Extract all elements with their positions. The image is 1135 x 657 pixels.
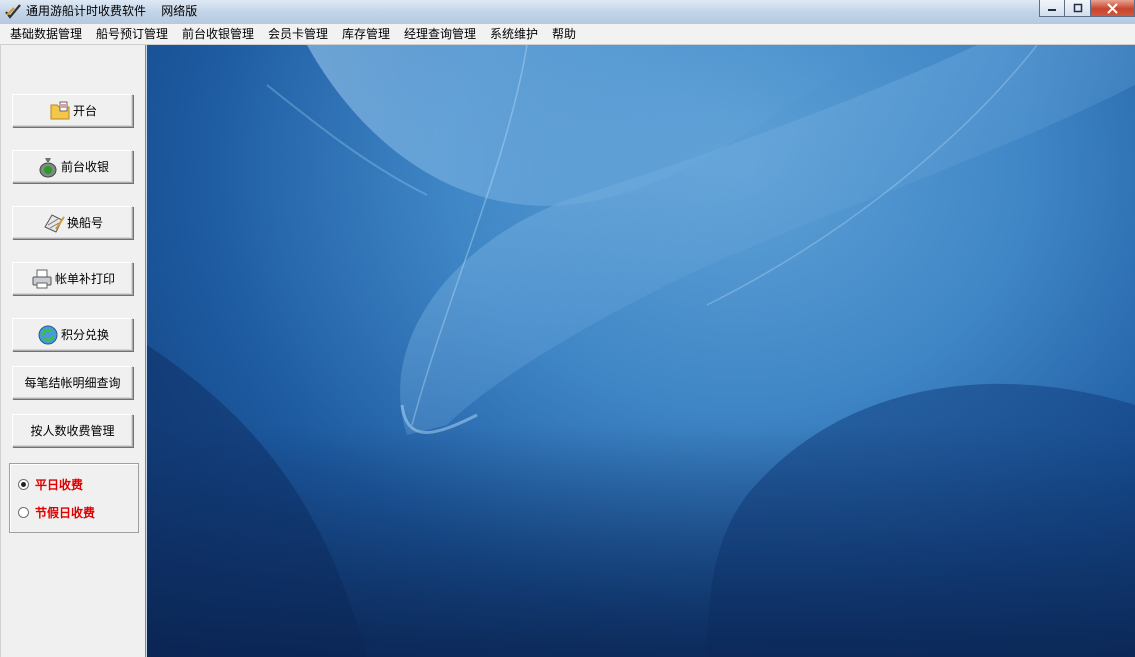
wallpaper-image: [147, 45, 1135, 657]
front-desk-cashier-button[interactable]: 前台收银: [12, 150, 133, 183]
change-boat-icon: [44, 213, 65, 233]
left-panel: 开台 前台收银 换船号 帐单补打印 积分兑换 每笔结帐明细查询 按人数收费管理 …: [0, 45, 146, 657]
transaction-detail-query-label: 每笔结帐明细查询: [24, 376, 121, 390]
points-exchange-label: 积分兑换: [60, 328, 109, 342]
close-icon[interactable]: [1091, 0, 1135, 17]
weekday-charge-label: 平日收费: [35, 478, 84, 492]
window-controls: [1039, 0, 1135, 18]
holiday-charge-label: 节假日收费: [35, 506, 96, 520]
menu-member-card[interactable]: 会员卡管理: [268, 27, 328, 42]
change-boat-label: 换船号: [66, 216, 103, 230]
per-person-charge-label: 按人数收费管理: [30, 424, 115, 438]
app-logo-icon: [5, 4, 21, 19]
charge-mode-group: 平日收费 节假日收费: [9, 463, 139, 533]
radio-unchecked-icon[interactable]: [18, 507, 29, 518]
menu-basic-data[interactable]: 基础数据管理: [10, 27, 82, 42]
holiday-charge-radio[interactable]: 节假日收费: [18, 504, 95, 521]
radio-checked-icon[interactable]: [18, 479, 29, 490]
printer-icon: [32, 269, 52, 288]
reprint-bill-label: 帐单补打印: [54, 272, 115, 286]
transaction-detail-query-button[interactable]: 每笔结帐明细查询: [12, 366, 133, 399]
per-person-charge-button[interactable]: 按人数收费管理: [12, 414, 133, 447]
points-exchange-button[interactable]: 积分兑换: [12, 318, 133, 351]
menu-manager-query[interactable]: 经理查询管理: [404, 27, 476, 42]
front-desk-cashier-label: 前台收银: [60, 160, 109, 174]
menu-bar: 基础数据管理 船号预订管理 前台收银管理 会员卡管理 库存管理 经理查询管理 系…: [0, 24, 1135, 45]
menu-inventory[interactable]: 库存管理: [342, 27, 390, 42]
open-table-icon: [50, 101, 70, 119]
menu-front-desk-cashier[interactable]: 前台收银管理: [182, 27, 254, 42]
menu-help[interactable]: 帮助: [552, 27, 576, 42]
change-boat-button[interactable]: 换船号: [12, 206, 133, 239]
open-table-button[interactable]: 开台: [12, 94, 133, 127]
minimize-icon[interactable]: [1039, 0, 1065, 17]
points-exchange-icon: [38, 325, 58, 344]
maximize-icon[interactable]: [1065, 0, 1091, 17]
weekday-charge-radio[interactable]: 平日收费: [18, 476, 83, 493]
main-workspace: [147, 45, 1135, 657]
open-table-label: 开台: [72, 104, 97, 118]
window-title: 通用游船计时收费软件 网络版: [26, 4, 198, 18]
title-bar: 通用游船计时收费软件 网络版: [0, 0, 1135, 24]
menu-boat-reservation[interactable]: 船号预订管理: [96, 27, 168, 42]
money-bag-icon: [39, 157, 57, 177]
menu-system-maintenance[interactable]: 系统维护: [490, 27, 538, 42]
reprint-bill-button[interactable]: 帐单补打印: [12, 262, 133, 295]
